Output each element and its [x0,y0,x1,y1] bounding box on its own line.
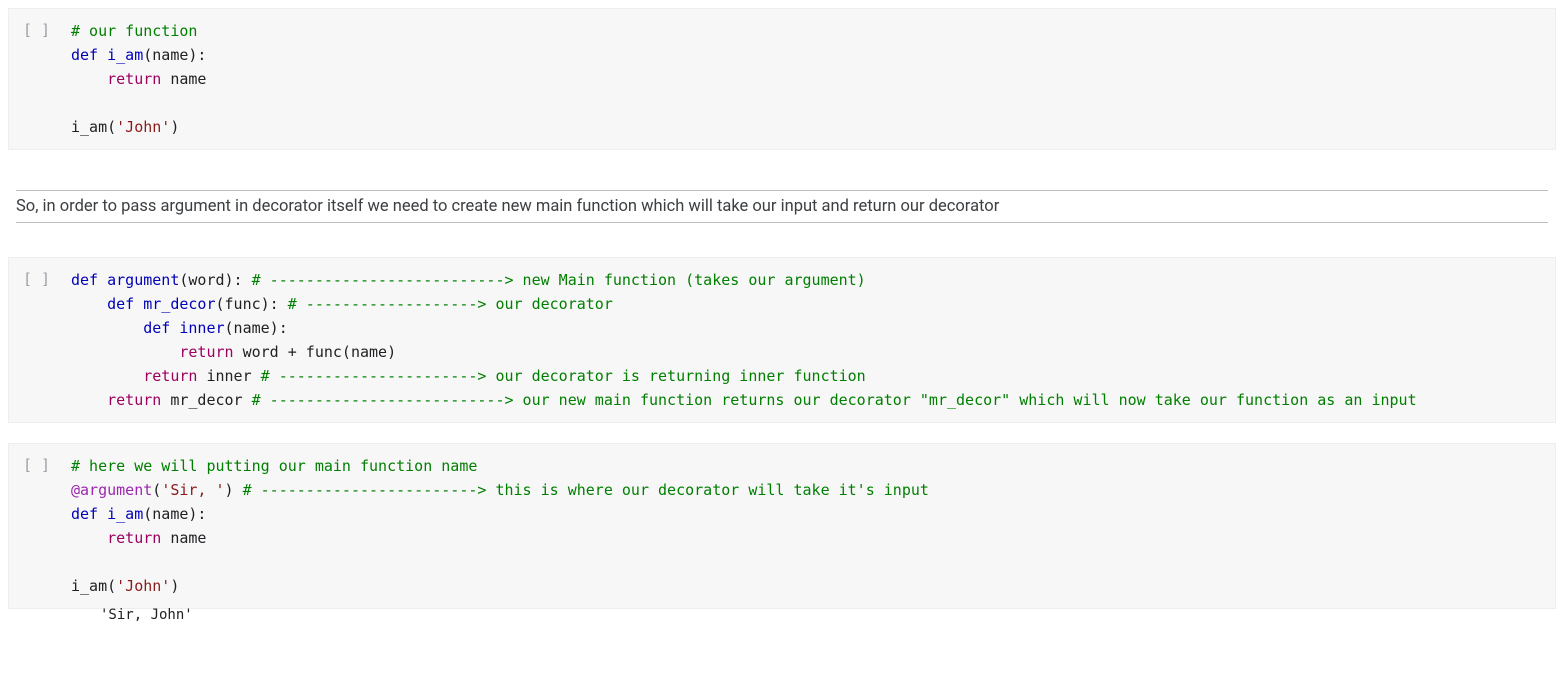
code-block[interactable]: def argument(word): # ------------------… [71,268,1543,412]
code-cell-1[interactable]: [ ] # our function def i_am(name): retur… [8,8,1556,150]
execution-indicator: [ ] [23,454,71,474]
output-gutter [22,607,70,623]
cell-output: 'Sir, John' [70,607,193,623]
markdown-cell[interactable]: So, in order to pass argument in decorat… [8,170,1556,243]
execution-indicator: [ ] [23,268,71,288]
divider [16,190,1548,191]
description-text: So, in order to pass argument in decorat… [16,197,1548,216]
code-block[interactable]: # our function def i_am(name): return na… [71,19,1543,139]
code-cell-2[interactable]: [ ] def argument(word): # --------------… [8,257,1556,423]
output-row: 'Sir, John' [8,601,1556,629]
execution-indicator: [ ] [23,19,71,39]
divider [16,222,1548,223]
code-block[interactable]: # here we will putting our main function… [71,454,1543,598]
code-cell-3[interactable]: [ ] # here we will putting our main func… [8,443,1556,609]
